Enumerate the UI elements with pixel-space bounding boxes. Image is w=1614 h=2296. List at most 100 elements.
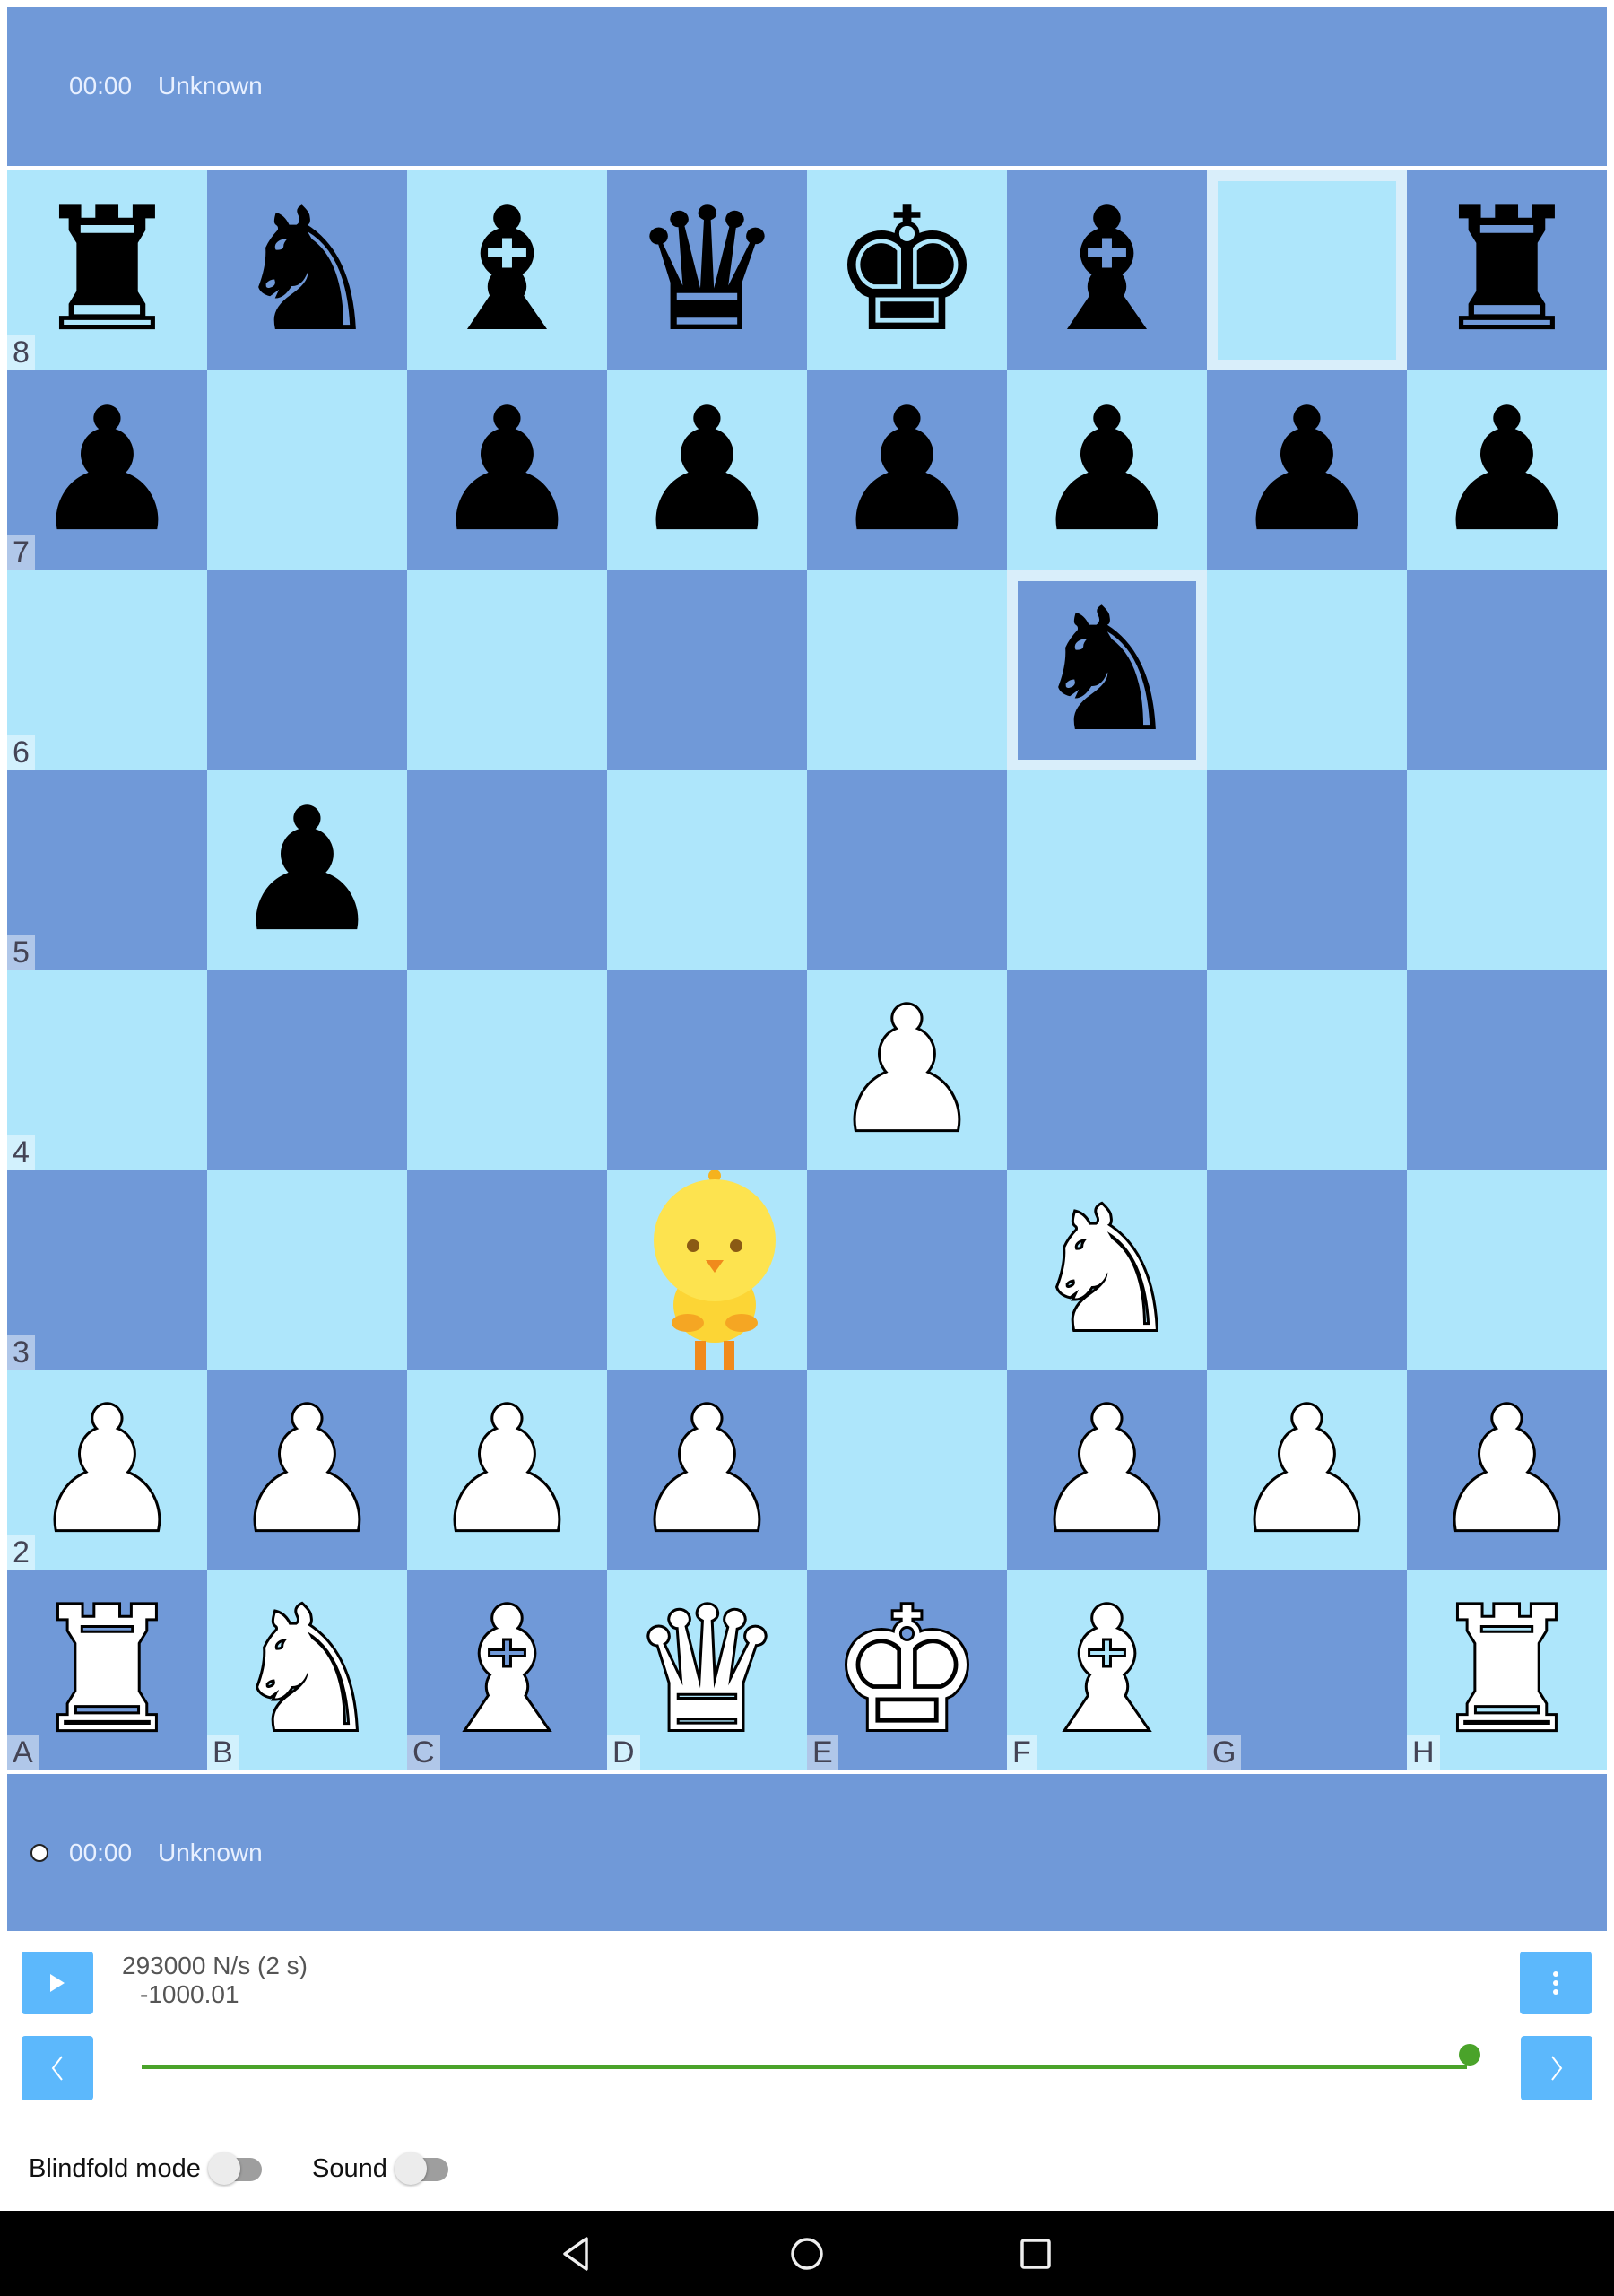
square-g3[interactable] bbox=[1207, 1170, 1407, 1370]
black-pawn-icon[interactable]: ♟︎ bbox=[1407, 370, 1607, 570]
white-pawn-icon[interactable]: ♟︎ bbox=[807, 970, 1007, 1170]
white-pawn-icon[interactable]: ♟︎ bbox=[1407, 1370, 1607, 1570]
square-a1[interactable]: ♜︎ A bbox=[7, 1570, 207, 1770]
black-rook-icon[interactable]: ♜︎ bbox=[7, 170, 207, 370]
square-d1[interactable]: ♛︎ D bbox=[607, 1570, 807, 1770]
white-pawn-icon[interactable]: ♟︎ bbox=[407, 1370, 607, 1570]
black-pawn-icon[interactable]: ♟︎ bbox=[1007, 370, 1207, 570]
square-c1[interactable]: ♝︎ C bbox=[407, 1570, 607, 1770]
back-icon[interactable] bbox=[558, 2235, 595, 2273]
play-button[interactable] bbox=[22, 1952, 93, 2014]
square-d2[interactable]: ♟︎ bbox=[607, 1370, 807, 1570]
square-c5[interactable] bbox=[407, 770, 607, 970]
black-knight-icon[interactable]: ♞︎ bbox=[1018, 581, 1196, 760]
square-f5[interactable] bbox=[1007, 770, 1207, 970]
square-d5[interactable] bbox=[607, 770, 807, 970]
square-e3[interactable] bbox=[807, 1170, 1007, 1370]
square-d7[interactable]: ♟︎ bbox=[607, 370, 807, 570]
square-c2[interactable]: ♟︎ bbox=[407, 1370, 607, 1570]
square-h6[interactable] bbox=[1407, 570, 1607, 770]
square-c4[interactable] bbox=[407, 970, 607, 1170]
home-icon[interactable] bbox=[788, 2235, 826, 2273]
black-rook-icon[interactable]: ♜︎ bbox=[1407, 170, 1607, 370]
previous-move-button[interactable] bbox=[22, 2036, 93, 2100]
black-pawn-icon[interactable]: ♟︎ bbox=[807, 370, 1007, 570]
menu-button[interactable] bbox=[1520, 1952, 1592, 2014]
square-d8[interactable]: ♛︎ bbox=[607, 170, 807, 370]
black-pawn-icon[interactable]: ♟︎ bbox=[7, 370, 207, 570]
duck-icon[interactable] bbox=[652, 1170, 777, 1370]
square-c8[interactable]: ♝︎ bbox=[407, 170, 607, 370]
square-e6[interactable] bbox=[807, 570, 1007, 770]
square-e4[interactable]: ♟︎ bbox=[807, 970, 1007, 1170]
square-f8[interactable]: ♝︎ bbox=[1007, 170, 1207, 370]
square-e5[interactable] bbox=[807, 770, 1007, 970]
square-e2[interactable] bbox=[807, 1370, 1007, 1570]
square-b8[interactable]: ♞︎ bbox=[207, 170, 407, 370]
square-f2[interactable]: ♟︎ bbox=[1007, 1370, 1207, 1570]
square-d3[interactable] bbox=[607, 1170, 807, 1370]
black-pawn-icon[interactable]: ♟︎ bbox=[607, 370, 807, 570]
square-g5[interactable] bbox=[1207, 770, 1407, 970]
square-b5[interactable]: ♟︎ bbox=[207, 770, 407, 970]
black-knight-icon[interactable]: ♞︎ bbox=[207, 170, 407, 370]
square-g6[interactable] bbox=[1207, 570, 1407, 770]
square-c7[interactable]: ♟︎ bbox=[407, 370, 607, 570]
square-f3[interactable]: ♞︎ bbox=[1007, 1170, 1207, 1370]
black-bishop-icon[interactable]: ♝︎ bbox=[407, 170, 607, 370]
white-bishop-icon[interactable]: ♝︎ bbox=[1007, 1570, 1207, 1770]
square-a7[interactable]: ♟︎ 7 bbox=[7, 370, 207, 570]
square-a3[interactable]: 3 bbox=[7, 1170, 207, 1370]
square-e8[interactable]: ♚︎ bbox=[807, 170, 1007, 370]
square-f6[interactable]: ♞︎ bbox=[1007, 570, 1207, 770]
square-a2[interactable]: ♟︎ 2 bbox=[7, 1370, 207, 1570]
white-pawn-icon[interactable]: ♟︎ bbox=[7, 1370, 207, 1570]
move-slider[interactable] bbox=[142, 2065, 1467, 2069]
square-h3[interactable] bbox=[1407, 1170, 1607, 1370]
move-slider-thumb[interactable] bbox=[1459, 2044, 1480, 2066]
square-f4[interactable] bbox=[1007, 970, 1207, 1170]
black-bishop-icon[interactable]: ♝︎ bbox=[1007, 170, 1207, 370]
square-d6[interactable] bbox=[607, 570, 807, 770]
square-b3[interactable] bbox=[207, 1170, 407, 1370]
square-f1[interactable]: ♝︎ F bbox=[1007, 1570, 1207, 1770]
white-pawn-icon[interactable]: ♟︎ bbox=[1207, 1370, 1407, 1570]
square-g8[interactable] bbox=[1207, 170, 1407, 370]
black-pawn-icon[interactable]: ♟︎ bbox=[207, 770, 407, 970]
chess-board[interactable]: ♜︎ 8 ♞︎ ♝︎ ♛︎ ♚︎ ♝︎ ♜︎ ♟︎ 7 ♟︎ ♟︎ ♟︎ ♟︎ ♟︎ ♟︎ 6 ♞︎ 5 ♟︎ 4 ♟︎ 3… bbox=[7, 170, 1607, 1770]
black-queen-icon[interactable]: ♛︎ bbox=[607, 170, 807, 370]
square-b7[interactable] bbox=[207, 370, 407, 570]
white-knight-icon[interactable]: ♞︎ bbox=[1007, 1170, 1207, 1370]
square-b1[interactable]: ♞︎ B bbox=[207, 1570, 407, 1770]
black-pawn-icon[interactable]: ♟︎ bbox=[407, 370, 607, 570]
square-g7[interactable]: ♟︎ bbox=[1207, 370, 1407, 570]
square-h1[interactable]: ♜︎ H bbox=[1407, 1570, 1607, 1770]
square-b6[interactable] bbox=[207, 570, 407, 770]
square-a4[interactable]: 4 bbox=[7, 970, 207, 1170]
white-pawn-icon[interactable]: ♟︎ bbox=[1007, 1370, 1207, 1570]
square-c6[interactable] bbox=[407, 570, 607, 770]
white-pawn-icon[interactable]: ♟︎ bbox=[607, 1370, 807, 1570]
black-king-icon[interactable]: ♚︎ bbox=[807, 170, 1007, 370]
square-h2[interactable]: ♟︎ bbox=[1407, 1370, 1607, 1570]
square-g4[interactable] bbox=[1207, 970, 1407, 1170]
square-h8[interactable]: ♜︎ bbox=[1407, 170, 1607, 370]
blindfold-toggle[interactable] bbox=[208, 2152, 262, 2185]
square-h7[interactable]: ♟︎ bbox=[1407, 370, 1607, 570]
square-b4[interactable] bbox=[207, 970, 407, 1170]
square-a8[interactable]: ♜︎ 8 bbox=[7, 170, 207, 370]
square-a6[interactable]: 6 bbox=[7, 570, 207, 770]
white-pawn-icon[interactable]: ♟︎ bbox=[207, 1370, 407, 1570]
square-d4[interactable] bbox=[607, 970, 807, 1170]
square-g1[interactable]: G bbox=[1207, 1570, 1407, 1770]
square-h4[interactable] bbox=[1407, 970, 1607, 1170]
square-e1[interactable]: ♚︎ E bbox=[807, 1570, 1007, 1770]
recents-icon[interactable] bbox=[1017, 2235, 1054, 2273]
square-h5[interactable] bbox=[1407, 770, 1607, 970]
square-a5[interactable]: 5 bbox=[7, 770, 207, 970]
next-move-button[interactable] bbox=[1521, 2036, 1592, 2100]
square-e7[interactable]: ♟︎ bbox=[807, 370, 1007, 570]
square-g2[interactable]: ♟︎ bbox=[1207, 1370, 1407, 1570]
sound-toggle[interactable] bbox=[395, 2152, 448, 2185]
square-c3[interactable] bbox=[407, 1170, 607, 1370]
